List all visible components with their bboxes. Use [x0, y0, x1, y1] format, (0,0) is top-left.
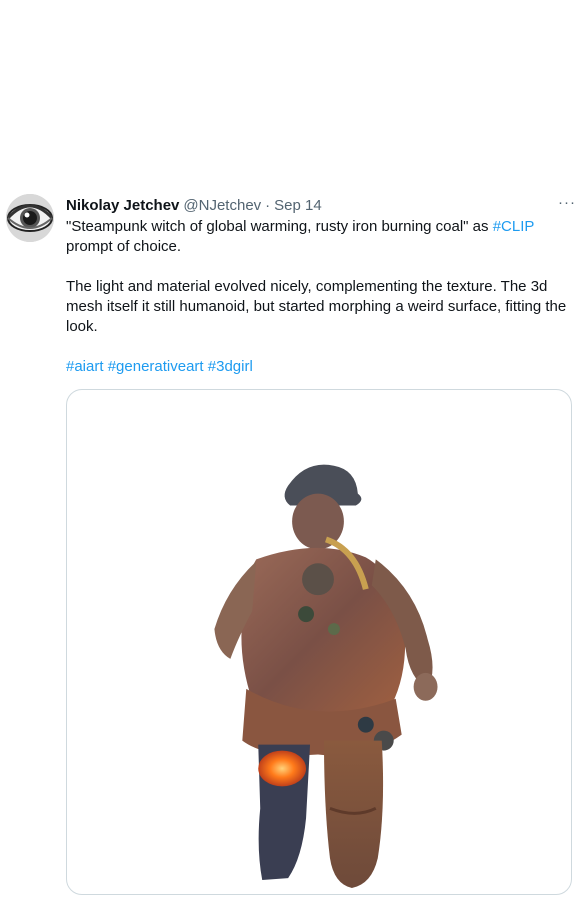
tweet-paragraph-1: "Steampunk witch of global warming, rust…	[66, 217, 576, 257]
hashtag-clip-link[interactable]: #CLIP	[493, 218, 534, 235]
tweet-text: "Steampunk witch of global warming, rust…	[66, 217, 576, 377]
author-display-name[interactable]: Nikolay Jetchev	[66, 196, 179, 216]
hashtag-generativeart-link[interactable]: #generativeart	[108, 358, 204, 375]
tweet-paragraph-2: The light and material evolved nicely, c…	[66, 278, 567, 335]
tweet-date[interactable]: Sep 14	[274, 196, 322, 216]
text-segment: "Steampunk witch of global warming, rust…	[66, 218, 493, 235]
author-avatar[interactable]	[6, 194, 54, 242]
author-handle[interactable]: @NJetchev	[183, 196, 261, 216]
hashtag-aiart-link[interactable]: #aiart	[66, 358, 104, 375]
hashtag-row: #aiart #generativeart #3dgirl	[66, 357, 576, 377]
more-horizontal-icon[interactable]: ···	[558, 193, 576, 213]
tweet-media[interactable]	[66, 389, 572, 895]
text-segment: prompt of choice.	[66, 238, 182, 255]
separator-dot: ·	[265, 197, 271, 214]
hashtag-3dgirl-link[interactable]: #3dgirl	[208, 358, 253, 375]
tweet[interactable]: Nikolay Jetchev @NJetchev · Sep 14 ··· "…	[0, 188, 585, 897]
tweet-header: Nikolay Jetchev @NJetchev · Sep 14 ···	[66, 193, 576, 217]
steampunk-3d-figure-image	[214, 464, 438, 889]
eye-avatar-icon	[6, 194, 54, 242]
tweet-content: Nikolay Jetchev @NJetchev · Sep 14 ··· "…	[66, 188, 576, 895]
